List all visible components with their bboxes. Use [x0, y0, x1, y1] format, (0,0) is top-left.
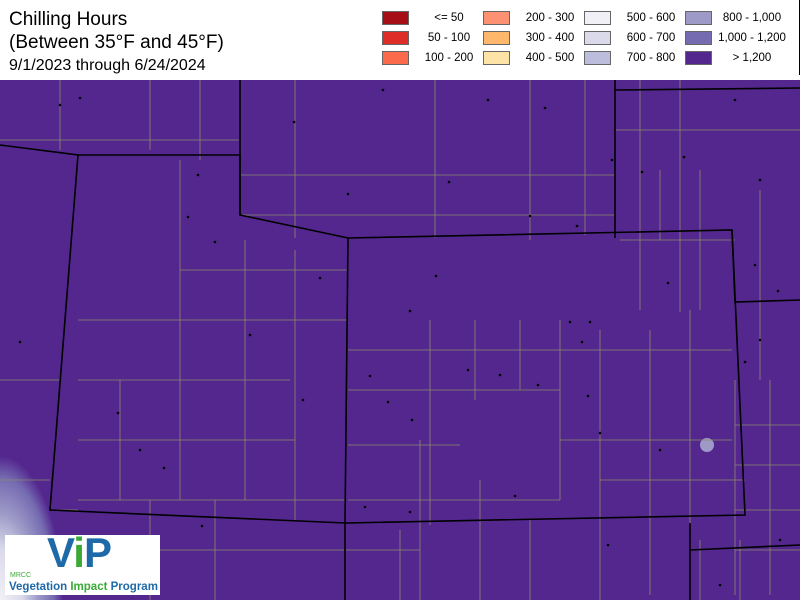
city-marker [682, 155, 686, 159]
city-marker [248, 333, 252, 337]
legend-swatch [584, 51, 611, 65]
city-marker [200, 524, 204, 528]
city-marker [213, 240, 217, 244]
title-line2: (Between 35°F and 45°F) [9, 32, 224, 53]
city-marker [498, 373, 502, 377]
city-marker [368, 374, 372, 378]
city-marker [162, 466, 166, 470]
city-marker [758, 338, 762, 342]
city-marker [718, 583, 722, 587]
legend-swatch [685, 11, 712, 25]
legend-label: 100 - 200 [424, 52, 474, 64]
city-marker [610, 158, 614, 162]
legend-swatch [483, 11, 510, 25]
legend-label: 500 - 600 [626, 12, 676, 24]
legend-swatch [483, 31, 510, 45]
legend-label: 1,000 - 1,200 [718, 32, 786, 44]
city-marker [381, 88, 385, 92]
city-marker [743, 360, 747, 364]
legend-label: 800 - 1,000 [722, 12, 782, 24]
city-marker [78, 96, 82, 100]
city-marker [606, 543, 610, 547]
city-marker [301, 398, 305, 402]
city-marker [543, 106, 547, 110]
city-marker [640, 170, 644, 174]
logo-mark: ViP [47, 529, 112, 576]
city-marker [486, 98, 490, 102]
city-marker [386, 400, 390, 404]
chilling-hours-map [0, 80, 800, 600]
date-range: 9/1/2023 through 6/24/2024 [9, 57, 206, 74]
vip-logo: ViP MRCC Vegetation Impact Program [5, 529, 160, 595]
city-marker [408, 510, 412, 514]
legend-label: 400 - 500 [525, 52, 575, 64]
map-title: Chilling Hours (Between 35°F and 45°F) [9, 8, 224, 54]
legend-label: <= 50 [434, 12, 464, 24]
city-marker [588, 320, 592, 324]
city-marker [18, 340, 22, 344]
city-marker [408, 309, 412, 313]
legend-swatch [685, 51, 712, 65]
city-marker [116, 411, 120, 415]
city-marker [568, 320, 572, 324]
city-marker [138, 448, 142, 452]
legend-swatch [584, 31, 611, 45]
city-marker [363, 505, 367, 509]
city-marker [758, 178, 762, 182]
legend: <= 50 50 - 100 100 - 200 200 - 300 300 - 400… [380, 8, 800, 70]
city-marker [598, 431, 602, 435]
city-marker [528, 214, 532, 218]
city-marker [778, 538, 782, 542]
title-line1: Chilling Hours [9, 9, 128, 30]
city-marker [410, 418, 414, 422]
city-marker [447, 180, 451, 184]
legend-swatch [382, 31, 409, 45]
city-marker [753, 263, 757, 267]
city-marker [733, 98, 737, 102]
city-marker [586, 394, 590, 398]
legend-label: 600 - 700 [626, 32, 676, 44]
legend-label: 50 - 100 [427, 32, 471, 44]
legend-label: > 1,200 [732, 52, 772, 64]
legend-swatch [382, 11, 409, 25]
city-marker [536, 383, 540, 387]
logo-org: MRCC [10, 572, 31, 579]
legend-swatch [685, 31, 712, 45]
legend-swatch [382, 51, 409, 65]
city-marker [186, 215, 190, 219]
city-marker [318, 276, 322, 280]
city-marker [658, 448, 662, 452]
city-marker [666, 281, 670, 285]
legend-label: 700 - 800 [626, 52, 676, 64]
logo-name: Vegetation Impact Program [9, 581, 158, 593]
city-marker [466, 368, 470, 372]
city-marker [196, 173, 200, 177]
city-marker [434, 274, 438, 278]
legend-swatch [584, 11, 611, 25]
city-marker [513, 494, 517, 498]
city-marker [776, 289, 780, 293]
legend-label: 200 - 300 [525, 12, 575, 24]
city-marker [346, 192, 350, 196]
legend-label: 300 - 400 [525, 32, 575, 44]
city-marker [575, 224, 579, 228]
city-marker [580, 340, 584, 344]
legend-swatch [483, 51, 510, 65]
city-marker [58, 103, 62, 107]
city-marker [292, 120, 296, 124]
